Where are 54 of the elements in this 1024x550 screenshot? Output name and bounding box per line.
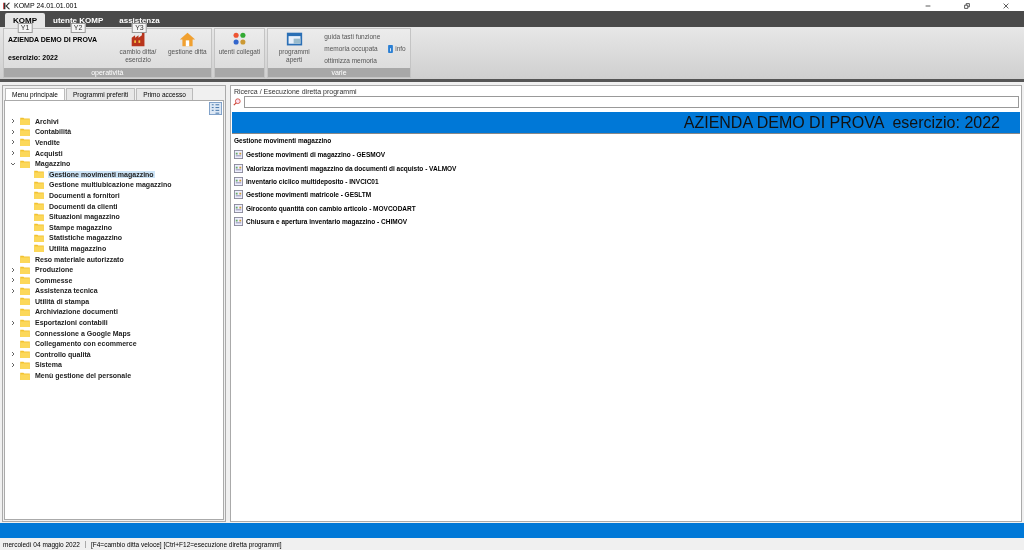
folder-icon [20,350,30,359]
folder-icon [34,191,44,200]
program-icon [234,217,243,227]
restore-icon[interactable] [963,1,971,10]
folder-icon [20,149,30,158]
folder-icon [34,170,44,179]
tree-view-icon[interactable] [209,102,222,115]
expander-icon[interactable] [10,277,16,284]
factory-icon [129,31,147,48]
folder-icon [34,244,44,253]
expander-icon[interactable] [10,118,16,125]
folder-icon [20,318,30,327]
expander-icon[interactable] [10,128,16,135]
expander-icon[interactable] [10,319,16,326]
expander-icon[interactable] [10,139,16,146]
folder-icon [34,212,44,221]
close-icon[interactable] [1002,1,1010,10]
house-icon [178,31,196,48]
app-logo-icon [3,1,11,10]
folder-icon [20,127,30,136]
folder-icon [20,117,30,126]
expander-icon[interactable] [10,160,16,167]
program-icon [234,203,243,213]
folder-icon [20,371,30,380]
window-icon [285,31,303,48]
folder-icon [20,265,30,274]
folder-icon [20,297,30,306]
search-field[interactable] [244,96,1019,108]
folder-icon [20,329,30,338]
folder-icon [34,202,44,211]
folder-icon [20,360,30,369]
group-footer [214,68,265,77]
folder-icon [20,255,30,263]
program-icon [234,190,243,200]
folder-icon [20,339,30,348]
folder-icon [34,223,44,232]
program-icon [234,163,243,173]
program-icon [234,176,243,186]
folder-icon [34,180,44,189]
search-icon [233,98,241,106]
expander-icon[interactable] [10,361,16,368]
folder-icon [34,233,44,242]
company-banner: AZIENDA DEMO DI PROVA esercizio: 2022 [232,112,1020,134]
expander-icon[interactable] [10,351,16,358]
info-icon [388,44,394,53]
folder-icon [20,276,30,285]
program-icon [234,150,243,160]
expander-icon[interactable] [10,287,16,294]
folder-icon [20,138,30,147]
folder-icon [20,159,30,168]
expander-icon[interactable] [10,150,16,157]
expander-icon[interactable] [10,266,16,273]
folder-icon [20,286,30,295]
folder-icon [20,308,30,316]
